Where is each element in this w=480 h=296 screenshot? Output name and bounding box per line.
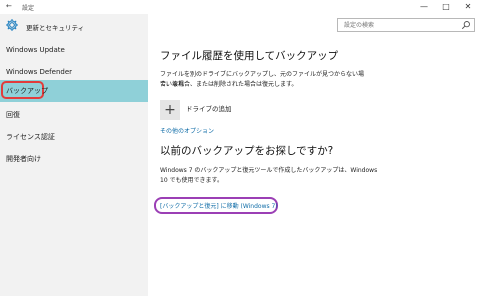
add-drive-label[interactable]: ドライブの追加	[186, 103, 232, 113]
add-drive-button[interactable]: +	[160, 100, 180, 120]
file-history-title: ファイル履歴を使用してバックアップ	[160, 50, 339, 62]
page-title: 更新とセキュリティ	[26, 24, 85, 32]
older-backup-description-line2: 10 でも使用できます。	[160, 177, 223, 184]
minimize-button[interactable]: —	[414, 1, 434, 13]
plus-icon: +	[164, 102, 176, 118]
close-button[interactable]: ✕	[458, 1, 478, 13]
sidebar-item-label: 開発者向け	[6, 155, 41, 163]
title-bar: ← 設定 — □ ✕	[0, 0, 480, 14]
file-history-description-line2: ている場合、または削除された場合は復元します。	[160, 81, 298, 88]
maximize-button[interactable]: □	[436, 1, 456, 13]
back-button[interactable]: ←	[6, 2, 12, 10]
sidebar-item-developers[interactable]: 開発者向け	[0, 148, 148, 170]
sidebar-item-label: バックアップ	[6, 87, 48, 95]
sidebar-item-recovery[interactable]: 回復	[0, 104, 148, 126]
sidebar: 更新とセキュリティ Windows Update Windows Defende…	[0, 14, 148, 296]
sidebar-item-label: Windows Update	[6, 46, 65, 54]
main-content: ファイル履歴を使用してバックアップ ファイルを別のドライブにバックアップし、元の…	[154, 14, 475, 296]
sidebar-header: 更新とセキュリティ	[0, 14, 148, 38]
older-backup-description-line1: Windows 7 のバックアップと復元ツールで作成したバックアップは、Wind…	[160, 167, 378, 174]
older-backup-title: 以前のバックアップをお探しですか?	[160, 145, 334, 157]
sidebar-item-label: 回復	[6, 111, 20, 119]
backup-restore-link[interactable]: [バックアップと復元] に移動 (Windows 7)	[160, 201, 278, 210]
sidebar-item-backup[interactable]: バックアップ	[0, 80, 148, 102]
sidebar-item-windows-update[interactable]: Windows Update	[0, 39, 148, 61]
sidebar-item-label: ライセンス認証	[6, 133, 55, 141]
more-options-link[interactable]: その他のオプション	[160, 126, 214, 135]
gear-icon	[6, 19, 18, 31]
window-title: 設定	[22, 5, 35, 12]
sidebar-item-activation[interactable]: ライセンス認証	[0, 126, 148, 148]
